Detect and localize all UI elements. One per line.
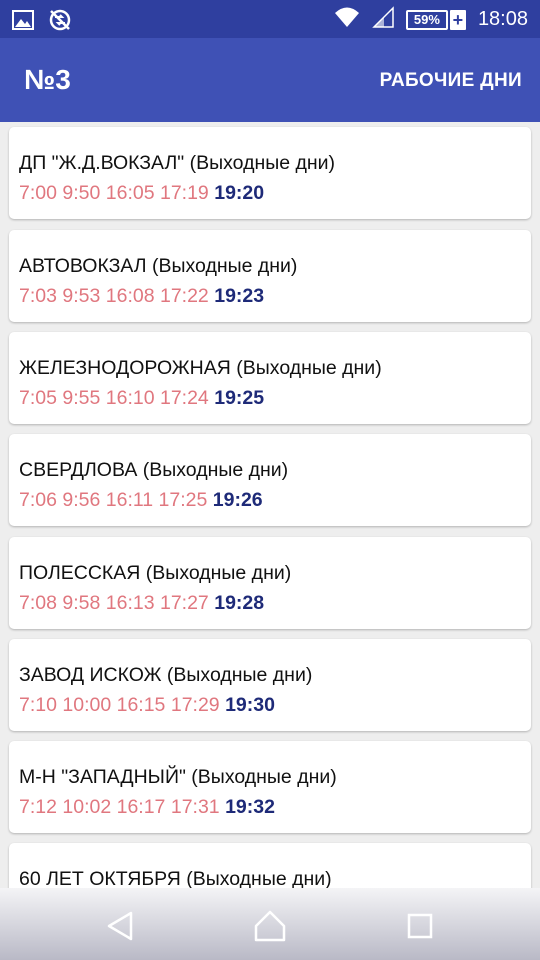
- stop-times: 7:03 9:53 16:08 17:22 19:23: [19, 285, 264, 308]
- stop-times: 7:10 10:00 16:15 17:29 19:30: [19, 694, 275, 717]
- time: 7:08: [19, 592, 57, 614]
- stop-name: АВТОВОКЗАЛ (Выходные дни): [19, 255, 298, 277]
- stop-name: ДП "Ж.Д.ВОКЗАЛ" (Выходные дни): [19, 152, 336, 174]
- stop-card[interactable]: 60 ЛЕТ ОКТЯБРЯ (Выходные дни): [9, 843, 531, 888]
- app-bar: №3 РАБОЧИЕ ДНИ: [0, 38, 540, 122]
- stop-card[interactable]: М-Н "ЗАПАДНЫЙ" (Выходные дни) 7:12 10:02…: [9, 741, 531, 833]
- route-title: №3: [24, 64, 71, 95]
- recents-icon[interactable]: [400, 906, 440, 946]
- stop-name: 60 ЛЕТ ОКТЯБРЯ (Выходные дни): [19, 868, 332, 888]
- time: 17:19: [159, 182, 209, 204]
- time: 17:27: [159, 592, 209, 614]
- battery-percent: 59%: [405, 9, 448, 30]
- stop-name: ПОЛЕССКАЯ (Выходные дни): [19, 562, 292, 584]
- back-icon[interactable]: [100, 906, 140, 946]
- next-time: 19:28: [214, 592, 265, 614]
- stop-times: 7:00 9:50 16:05 17:19 19:20: [19, 182, 264, 205]
- status-bar: 59% + 18:08: [0, 0, 540, 38]
- time: 7:06: [19, 489, 57, 511]
- time: 16:08: [105, 285, 155, 307]
- time: 10:00: [62, 694, 112, 716]
- image-icon: [12, 10, 34, 35]
- wifi-icon: [334, 6, 360, 33]
- time: 9:55: [62, 387, 101, 409]
- time: 9:58: [62, 592, 101, 614]
- time: 7:05: [19, 387, 57, 409]
- stop-name: СВЕРДЛОВА (Выходные дни): [19, 459, 289, 481]
- next-time: 19:26: [212, 489, 263, 511]
- time: 7:10: [19, 694, 57, 716]
- next-time: 19:30: [225, 694, 275, 716]
- sync-disabled-icon: [48, 8, 72, 37]
- time: 7:00: [19, 182, 57, 204]
- clock: 18:08: [477, 8, 528, 30]
- time: 7:03: [19, 285, 57, 307]
- navigation-bar: [0, 888, 540, 960]
- stop-card[interactable]: ЖЕЛЕЗНОДОРОЖНАЯ (Выходные дни) 7:05 9:55…: [9, 332, 531, 424]
- time: 9:53: [62, 285, 101, 307]
- next-time: 19:25: [214, 387, 265, 409]
- next-time: 19:23: [214, 285, 265, 307]
- next-time: 19:32: [225, 796, 275, 818]
- time: 16:11: [105, 489, 154, 511]
- time: 16:13: [105, 592, 155, 614]
- stop-name: ЗАВОД ИСКОЖ (Выходные дни): [19, 664, 313, 686]
- stop-name: ЖЕЛЕЗНОДОРОЖНАЯ (Выходные дни): [19, 357, 382, 379]
- time: 16:17: [116, 796, 166, 818]
- stop-times: 7:08 9:58 16:13 17:27 19:28: [19, 592, 264, 615]
- next-time: 19:20: [214, 182, 265, 204]
- stop-card[interactable]: СВЕРДЛОВА (Выходные дни) 7:06 9:56 16:11…: [9, 434, 531, 526]
- stop-times: 7:05 9:55 16:10 17:24 19:25: [19, 387, 264, 410]
- working-days-button[interactable]: РАБОЧИЕ ДНИ: [380, 70, 522, 92]
- charging-indicator: +: [449, 9, 466, 30]
- time: 9:50: [62, 182, 101, 204]
- time: 16:10: [105, 387, 155, 409]
- time: 17:22: [159, 285, 209, 307]
- time: 17:24: [159, 387, 209, 409]
- stop-card[interactable]: ДП "Ж.Д.ВОКЗАЛ" (Выходные дни) 7:00 9:50…: [9, 127, 531, 219]
- signal-icon: [372, 6, 394, 33]
- stop-times: 7:12 10:02 16:17 17:31 19:32: [19, 796, 275, 819]
- time: 9:56: [62, 489, 101, 511]
- time: 7:12: [19, 796, 57, 818]
- stop-card[interactable]: ЗАВОД ИСКОЖ (Выходные дни) 7:10 10:00 16…: [9, 639, 531, 731]
- stop-name: М-Н "ЗАПАДНЫЙ" (Выходные дни): [19, 766, 337, 788]
- time: 16:05: [105, 182, 155, 204]
- time: 17:25: [158, 489, 208, 511]
- time: 17:31: [170, 796, 220, 818]
- time: 17:29: [170, 694, 220, 716]
- battery-icon: 59% +: [405, 9, 466, 31]
- home-icon[interactable]: [250, 906, 290, 946]
- stop-list[interactable]: ДП "Ж.Д.ВОКЗАЛ" (Выходные дни) 7:00 9:50…: [0, 122, 540, 888]
- stop-times: 7:06 9:56 16:11 17:25 19:26: [19, 489, 263, 512]
- stop-card[interactable]: АВТОВОКЗАЛ (Выходные дни) 7:03 9:53 16:0…: [9, 230, 531, 322]
- time: 10:02: [62, 796, 112, 818]
- time: 16:15: [116, 694, 166, 716]
- stop-card[interactable]: ПОЛЕССКАЯ (Выходные дни) 7:08 9:58 16:13…: [9, 537, 531, 629]
